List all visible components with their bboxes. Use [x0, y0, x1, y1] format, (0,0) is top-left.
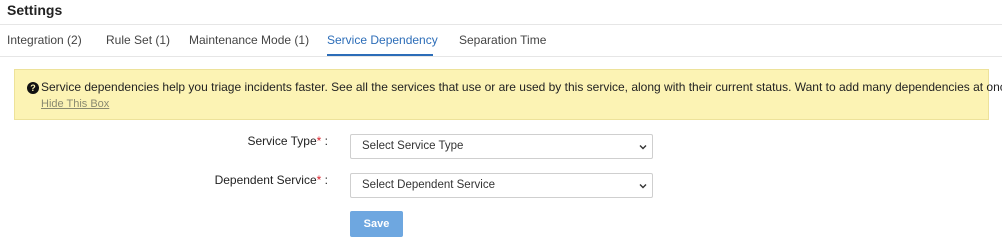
- dependent-service-select[interactable]: Select Dependent Service: [350, 173, 653, 198]
- tab-separation-time[interactable]: Separation Time: [459, 33, 546, 47]
- tab-bar: Integration (2) Rule Set (1) Maintenance…: [0, 25, 1002, 57]
- question-circle-icon: ?: [27, 82, 39, 94]
- service-type-label: Service Type* :: [247, 134, 328, 148]
- chevron-down-icon: [639, 184, 647, 189]
- tab-rule-set[interactable]: Rule Set (1): [106, 33, 170, 47]
- service-type-label-text: Service Type: [247, 134, 317, 148]
- required-mark: *: [316, 134, 322, 148]
- label-colon: :: [324, 173, 328, 187]
- active-tab-indicator: [327, 54, 433, 56]
- page-title: Settings: [7, 2, 63, 18]
- hide-box-link[interactable]: Hide This Box: [41, 98, 109, 110]
- dependent-service-value: Select Dependent Service: [362, 179, 495, 191]
- chevron-down-icon: [639, 145, 647, 150]
- title-bar: Settings: [0, 0, 1002, 25]
- required-mark: *: [316, 173, 322, 187]
- service-type-value: Select Service Type: [362, 140, 464, 152]
- info-box: ? Service dependencies help you triage i…: [14, 69, 1002, 120]
- dependent-service-label-text: Dependent Service: [214, 173, 317, 187]
- tab-integration[interactable]: Integration (2): [7, 33, 82, 47]
- tab-service-dependency[interactable]: Service Dependency: [327, 33, 438, 47]
- label-colon: :: [324, 134, 328, 148]
- save-button[interactable]: Save: [350, 211, 403, 237]
- dependent-service-label: Dependent Service* :: [215, 173, 328, 187]
- tab-maintenance-mode[interactable]: Maintenance Mode (1): [189, 33, 309, 47]
- svg-text:?: ?: [30, 83, 36, 93]
- info-text: Service dependencies help you triage inc…: [41, 80, 1002, 94]
- service-type-select[interactable]: Select Service Type: [350, 134, 653, 159]
